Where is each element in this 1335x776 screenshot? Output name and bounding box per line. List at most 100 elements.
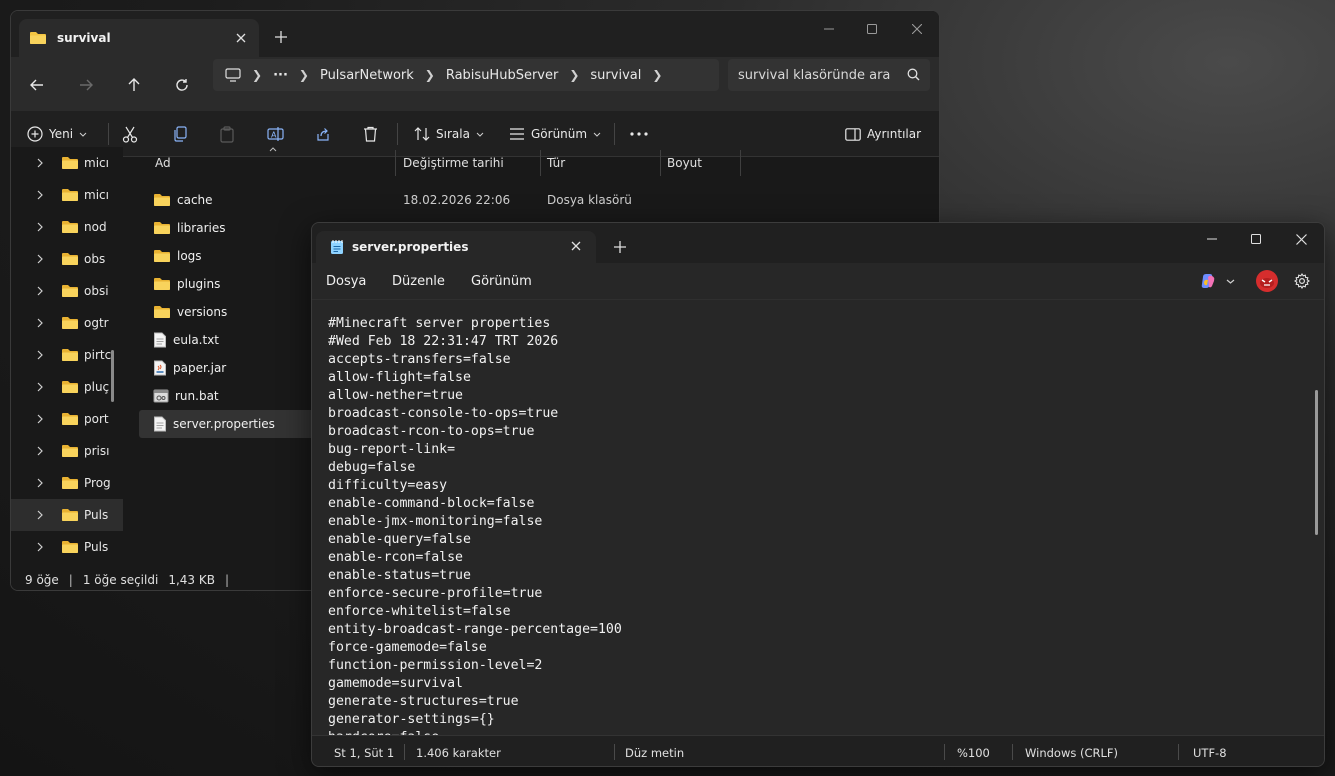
- column-divider[interactable]: [540, 150, 541, 176]
- column-date[interactable]: Değiştirme tarihi: [403, 150, 504, 176]
- minimize-icon[interactable]: [819, 19, 839, 39]
- nav-item[interactable]: obsi: [11, 275, 123, 307]
- nav-item[interactable]: Prog: [11, 467, 123, 499]
- nav-item[interactable]: prisı: [11, 435, 123, 467]
- text-line[interactable]: broadcast-rcon-to-ops=true: [328, 423, 1288, 441]
- text-line[interactable]: enable-command-block=false: [328, 495, 1288, 513]
- chevron-right-icon[interactable]: [37, 350, 49, 360]
- text-line[interactable]: force-gamemode=false: [328, 639, 1288, 657]
- new-tab-icon[interactable]: [612, 239, 628, 255]
- chevron-down-icon[interactable]: [1226, 279, 1235, 284]
- new-button[interactable]: Yeni: [27, 123, 87, 145]
- text-line[interactable]: #Wed Feb 18 22:31:47 TRT 2026: [328, 333, 1288, 351]
- new-tab-icon[interactable]: [269, 25, 293, 49]
- chevron-right-icon[interactable]: [37, 510, 49, 520]
- text-line[interactable]: generator-settings={}: [328, 711, 1288, 729]
- avatar[interactable]: [1256, 270, 1278, 292]
- text-line[interactable]: enable-rcon=false: [328, 549, 1288, 567]
- chevron-right-icon[interactable]: [37, 318, 49, 328]
- chevron-right-icon[interactable]: [37, 222, 49, 232]
- breadcrumb-more[interactable]: ···: [273, 68, 288, 83]
- nav-item[interactable]: ogtr: [11, 307, 123, 339]
- cursor-position[interactable]: St 1, Süt 1: [334, 746, 394, 760]
- text-line[interactable]: enable-status=true: [328, 567, 1288, 585]
- breadcrumb-pulsarnetwork[interactable]: PulsarNetwork: [320, 68, 414, 83]
- back-icon[interactable]: [23, 71, 51, 99]
- copy-icon[interactable]: [172, 123, 188, 145]
- column-size[interactable]: Boyut: [667, 150, 702, 176]
- file-row[interactable]: cache 18.02.2026 22:06 Dosya klasörü: [139, 186, 839, 214]
- chevron-right-icon[interactable]: [37, 286, 49, 296]
- maximize-icon[interactable]: [862, 19, 882, 39]
- text-line[interactable]: enforce-whitelist=false: [328, 603, 1288, 621]
- column-divider[interactable]: [395, 150, 396, 176]
- close-window-icon[interactable]: [1291, 229, 1311, 249]
- text-line[interactable]: function-permission-level=2: [328, 657, 1288, 675]
- share-icon[interactable]: [315, 123, 331, 145]
- chevron-right-icon[interactable]: [37, 190, 49, 200]
- view-button[interactable]: Görünüm: [509, 123, 601, 145]
- nav-item[interactable]: port: [11, 403, 123, 435]
- chevron-right-icon[interactable]: [37, 478, 49, 488]
- nav-item[interactable]: micı: [11, 179, 123, 211]
- search-input[interactable]: survival klasöründe ara: [728, 59, 930, 91]
- text-format[interactable]: Düz metin: [625, 746, 684, 760]
- refresh-icon[interactable]: [168, 71, 196, 99]
- more-options-icon[interactable]: [630, 123, 648, 145]
- nav-item[interactable]: pluç: [11, 371, 123, 403]
- encoding[interactable]: UTF-8: [1193, 746, 1227, 760]
- text-editor[interactable]: #Minecraft server properties #Wed Feb 18 …: [312, 299, 1324, 735]
- close-window-icon[interactable]: [907, 19, 927, 39]
- line-ending[interactable]: Windows (CRLF): [1025, 746, 1118, 760]
- settings-gear-icon[interactable]: [1294, 273, 1310, 289]
- editor-text[interactable]: #Minecraft server properties #Wed Feb 18 …: [328, 315, 1288, 735]
- rename-icon[interactable]: A: [267, 123, 284, 145]
- nav-item[interactable]: nod: [11, 211, 123, 243]
- close-tab-icon[interactable]: [231, 28, 251, 48]
- text-line[interactable]: #Minecraft server properties: [328, 315, 1288, 333]
- breadcrumb-survival[interactable]: survival: [590, 68, 641, 83]
- menu-edit[interactable]: Düzenle: [392, 274, 445, 289]
- column-divider[interactable]: [740, 150, 741, 176]
- delete-icon[interactable]: [363, 123, 378, 145]
- chevron-right-icon[interactable]: [37, 158, 49, 168]
- text-line[interactable]: enable-jmx-monitoring=false: [328, 513, 1288, 531]
- text-line[interactable]: enable-query=false: [328, 531, 1288, 549]
- paste-icon[interactable]: [219, 123, 235, 145]
- text-line[interactable]: bug-report-link=: [328, 441, 1288, 459]
- text-line[interactable]: allow-nether=true: [328, 387, 1288, 405]
- nav-item[interactable]: pirtc: [11, 339, 123, 371]
- text-line[interactable]: entity-broadcast-range-percentage=100: [328, 621, 1288, 639]
- text-line[interactable]: broadcast-console-to-ops=true: [328, 405, 1288, 423]
- vertical-scrollbar[interactable]: [1315, 390, 1318, 535]
- nav-item[interactable]: obs: [11, 243, 123, 275]
- details-pane-button[interactable]: Ayrıntılar: [845, 123, 921, 145]
- menu-file[interactable]: Dosya: [326, 274, 366, 289]
- zoom-level[interactable]: %100: [957, 746, 990, 760]
- chevron-right-icon[interactable]: [37, 542, 49, 552]
- cut-icon[interactable]: [122, 123, 138, 145]
- copilot-icon[interactable]: [1200, 273, 1216, 289]
- nav-scrollbar[interactable]: [111, 350, 114, 402]
- maximize-icon[interactable]: [1246, 229, 1266, 249]
- address-bar[interactable]: ❯ ··· ❯ PulsarNetwork ❯ RabisuHubServer …: [213, 59, 719, 91]
- menu-view[interactable]: Görünüm: [471, 274, 532, 289]
- sort-button[interactable]: Sırala: [414, 123, 484, 145]
- up-icon[interactable]: [120, 71, 148, 99]
- text-line[interactable]: allow-flight=false: [328, 369, 1288, 387]
- text-line[interactable]: accepts-transfers=false: [328, 351, 1288, 369]
- chevron-right-icon[interactable]: [37, 446, 49, 456]
- chevron-right-icon[interactable]: [37, 382, 49, 392]
- text-line[interactable]: enforce-secure-profile=true: [328, 585, 1288, 603]
- text-line[interactable]: gamemode=survival: [328, 675, 1288, 693]
- nav-item[interactable]: micı: [11, 147, 123, 179]
- chevron-right-icon[interactable]: ❯: [652, 68, 662, 82]
- chevron-right-icon[interactable]: [37, 254, 49, 264]
- nav-item[interactable]: Puls: [11, 531, 123, 563]
- text-line[interactable]: debug=false: [328, 459, 1288, 477]
- minimize-icon[interactable]: [1202, 229, 1222, 249]
- notepad-tab[interactable]: server.properties: [316, 231, 596, 263]
- column-type[interactable]: Tür: [547, 150, 565, 176]
- column-name[interactable]: Ad: [155, 150, 171, 176]
- chevron-right-icon[interactable]: [37, 414, 49, 424]
